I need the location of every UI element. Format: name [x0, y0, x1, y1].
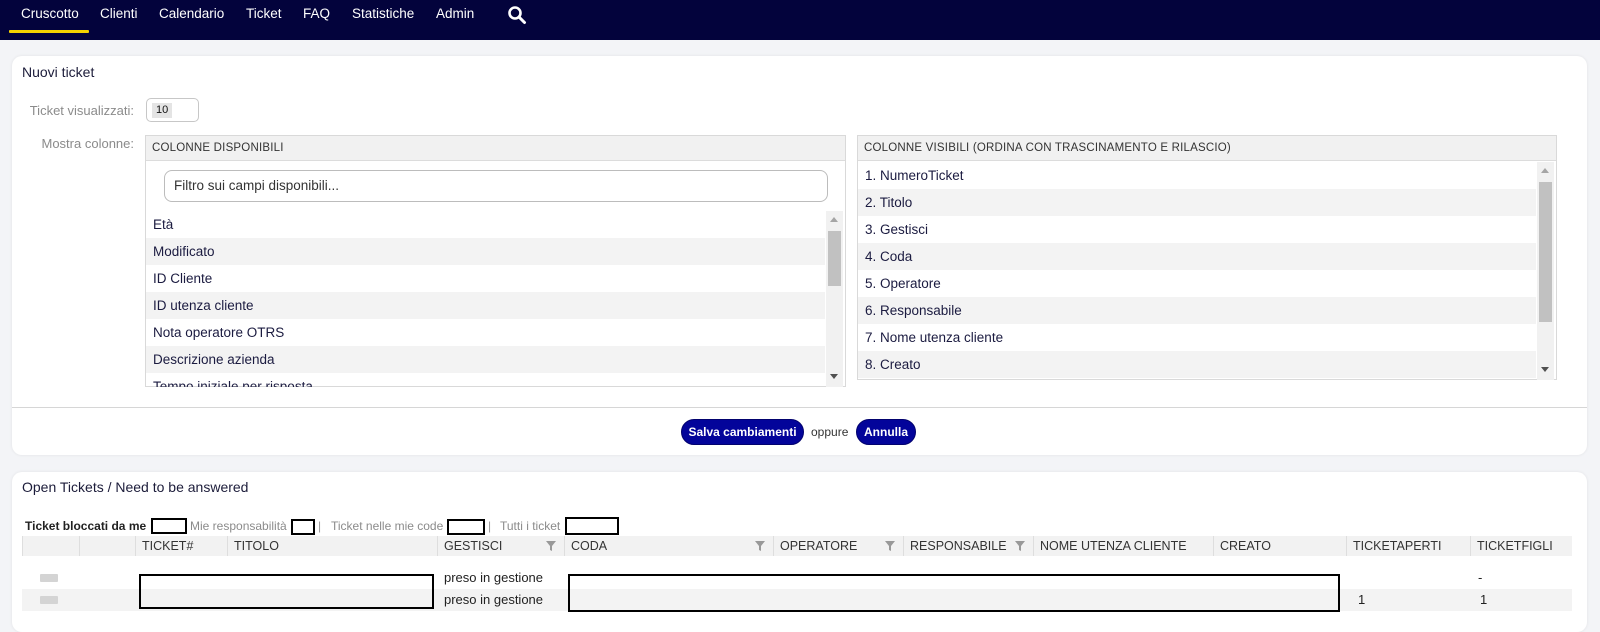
- available-column-item[interactable]: Tempo iniziale per risposta: [146, 373, 825, 387]
- filter-separator: |: [488, 519, 492, 533]
- scroll-down-arrow-icon[interactable]: [1541, 367, 1549, 372]
- nav-item-cruscotto[interactable]: Cruscotto: [9, 0, 89, 33]
- visible-column-item[interactable]: 3. Gestisci: [858, 216, 1536, 243]
- nav-item-calendario[interactable]: Calendario: [159, 0, 224, 32]
- cancel-button[interactable]: Annulla: [856, 419, 916, 445]
- visible-column-item[interactable]: 6. Responsabile: [858, 297, 1536, 324]
- nav-item-faq[interactable]: FAQ: [303, 0, 330, 32]
- search-icon[interactable]: [507, 5, 527, 25]
- filter-all-tickets[interactable]: Tutti i ticket: [500, 519, 560, 533]
- filter-count-badge: [291, 519, 315, 535]
- row-child-tickets: -: [1478, 570, 1483, 585]
- nav-item-clienti[interactable]: Clienti: [100, 0, 138, 32]
- filter-count-badge: [151, 518, 187, 534]
- table-header-owner-label: OPERATORE: [780, 539, 858, 553]
- available-column-item[interactable]: ID Cliente: [146, 265, 825, 292]
- available-columns-filter-input[interactable]: Filtro sui campi disponibili...: [164, 170, 828, 202]
- table-header-created[interactable]: CREATO: [1213, 536, 1346, 556]
- filter-icon[interactable]: [755, 541, 765, 551]
- row-lock-state: preso in gestione: [444, 570, 544, 585]
- row-lock-state: preso in gestione: [444, 592, 544, 607]
- redacted-queue-details: [568, 574, 1340, 612]
- tickets-shown-label: Ticket visualizzati:: [29, 103, 134, 118]
- filter-icon[interactable]: [546, 541, 556, 551]
- available-columns-panel: COLONNE DISPONIBILI Filtro sui campi dis…: [145, 135, 846, 387]
- row-grip-icon: [40, 574, 58, 582]
- table-header-title[interactable]: TITOLO: [227, 536, 437, 556]
- filter-icon[interactable]: [885, 541, 895, 551]
- scroll-down-arrow-icon[interactable]: [830, 374, 838, 379]
- table-header-responsible[interactable]: RESPONSABILE: [903, 536, 1033, 556]
- visible-column-item[interactable]: 2. Titolo: [858, 189, 1536, 216]
- available-column-item[interactable]: Descrizione azienda: [146, 346, 825, 373]
- nav-item-admin[interactable]: Admin: [436, 0, 474, 32]
- visible-columns-scrollbar[interactable]: [1537, 162, 1554, 380]
- row-grip-icon: [40, 596, 58, 604]
- filter-count-badge: [565, 517, 619, 535]
- table-header-lock[interactable]: GESTISCI: [437, 536, 564, 556]
- filter-locked-by-me[interactable]: Ticket bloccati da me: [25, 519, 146, 533]
- scroll-up-arrow-icon[interactable]: [1541, 168, 1549, 173]
- redacted-ticket-title: [139, 574, 434, 609]
- top-navigation: Cruscotto Clienti Calendario Ticket FAQ …: [0, 0, 1600, 40]
- visible-columns-list: 1. NumeroTicket 2. Titolo 3. Gestisci 4.…: [858, 162, 1536, 380]
- visible-column-item[interactable]: 8. Creato: [858, 351, 1536, 378]
- available-column-item[interactable]: Nota operatore OTRS: [146, 319, 825, 346]
- filter-icon[interactable]: [1015, 541, 1025, 551]
- table-header-lock-label: GESTISCI: [444, 539, 503, 553]
- available-columns-list: Età Modificato ID Cliente ID utenza clie…: [146, 211, 825, 387]
- scroll-up-arrow-icon[interactable]: [830, 217, 838, 222]
- show-columns-label: Mostra colonne:: [41, 136, 135, 151]
- filter-my-responsibilities[interactable]: Mie responsabilità: [190, 519, 287, 533]
- table-header-queue[interactable]: CODA: [564, 536, 773, 556]
- scrollbar-thumb[interactable]: [828, 231, 841, 286]
- available-column-item[interactable]: Età: [146, 211, 825, 238]
- nav-item-statistiche[interactable]: Statistiche: [352, 0, 414, 32]
- nav-item-ticket[interactable]: Ticket: [246, 0, 282, 32]
- available-column-item[interactable]: Modificato: [146, 238, 825, 265]
- filter-separator: |: [318, 519, 322, 533]
- filter-my-queues[interactable]: Ticket nelle mie code: [331, 519, 443, 533]
- save-changes-button[interactable]: Salva cambiamenti: [681, 419, 804, 445]
- table-header-customer-user[interactable]: NOME UTENZA CLIENTE: [1033, 536, 1213, 556]
- table-header-responsible-label: RESPONSABILE: [910, 539, 1007, 553]
- table-header-select: [22, 536, 79, 556]
- visible-columns-panel: COLONNE VISIBILI (ORDINA CON TRASCINAMEN…: [857, 135, 1557, 380]
- open-tickets-title: Open Tickets / Need to be answered: [22, 479, 249, 495]
- visible-columns-header: COLONNE VISIBILI (ORDINA CON TRASCINAMEN…: [858, 136, 1556, 161]
- visible-column-item[interactable]: 5. Operatore: [858, 270, 1536, 297]
- available-columns-scrollbar[interactable]: [826, 211, 843, 387]
- widget-divider: [12, 407, 1587, 408]
- available-columns-header: COLONNE DISPONIBILI: [146, 136, 845, 161]
- filter-count-badge: [447, 519, 485, 535]
- scrollbar-thumb[interactable]: [1539, 182, 1552, 322]
- visible-column-item[interactable]: 1. NumeroTicket: [858, 162, 1536, 189]
- or-text: oppure: [811, 425, 849, 439]
- tickets-shown-select[interactable]: 10: [146, 98, 199, 122]
- table-header-child-tickets[interactable]: TICKETFIGLI: [1470, 536, 1572, 556]
- table-header-priority: [79, 536, 135, 556]
- tickets-shown-value: 10: [152, 103, 173, 118]
- new-tickets-title: Nuovi ticket: [22, 64, 95, 80]
- table-header-ticket-number[interactable]: TICKET#: [135, 536, 227, 556]
- visible-column-item[interactable]: 4. Coda: [858, 243, 1536, 270]
- table-header-owner[interactable]: OPERATORE: [773, 536, 903, 556]
- visible-column-item[interactable]: 7. Nome utenza cliente: [858, 324, 1536, 351]
- table-header-queue-label: CODA: [571, 539, 608, 553]
- available-column-item[interactable]: ID utenza cliente: [146, 292, 825, 319]
- row-open-tickets: 1: [1358, 592, 1366, 607]
- table-header-open-tickets[interactable]: TICKETAPERTI: [1346, 536, 1470, 556]
- row-child-tickets: 1: [1480, 592, 1488, 607]
